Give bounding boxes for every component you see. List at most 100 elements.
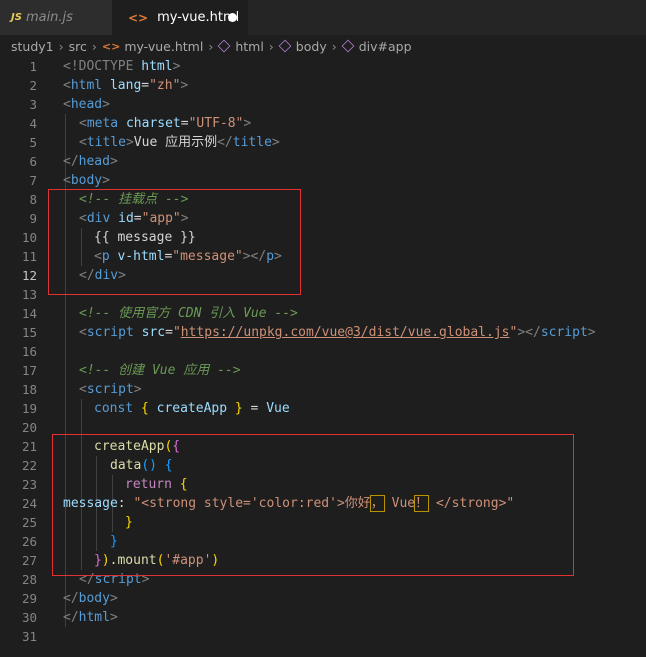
identifier: Vue bbox=[266, 401, 290, 416]
code-line: const { createApp } = Vue bbox=[0, 399, 646, 418]
operator: = bbox=[242, 401, 267, 416]
line-number: 16 bbox=[21, 344, 37, 359]
html-file-icon: <> bbox=[101, 39, 121, 53]
line-number: 31 bbox=[21, 629, 37, 644]
quote: " bbox=[172, 325, 181, 340]
code-line: <script> bbox=[0, 380, 646, 399]
tag-bracket: < bbox=[79, 116, 87, 131]
tag-bracket: ></ bbox=[517, 325, 541, 340]
tag-bracket: < bbox=[63, 173, 71, 188]
tab-label: my-vue.html bbox=[157, 10, 240, 25]
code-comment: <!-- 使用官方 CDN 引入 Vue --> bbox=[79, 306, 298, 321]
tag-bracket: < bbox=[79, 325, 87, 340]
code-line: <!-- 使用官方 CDN 引入 Vue --> bbox=[0, 304, 646, 323]
keyword: const bbox=[94, 401, 134, 416]
line-number: 13 bbox=[21, 287, 37, 302]
tag-bracket: < bbox=[63, 97, 71, 112]
cdn-link[interactable]: https://unpkg.com/vue@3/dist/vue.global.… bbox=[181, 325, 510, 340]
code-line: </body> bbox=[0, 589, 646, 608]
annotation-box-mount-point bbox=[48, 189, 301, 295]
tag-bracket: > bbox=[172, 59, 181, 74]
equals: = bbox=[180, 116, 189, 131]
breadcrumb-item-div-app[interactable]: div#app bbox=[359, 39, 412, 54]
tag-name: body bbox=[78, 591, 110, 606]
tag-bracket: > bbox=[180, 78, 189, 93]
code-line: </head> bbox=[0, 152, 646, 171]
tag-name: html bbox=[78, 610, 110, 625]
annotation-box-create-app bbox=[52, 434, 574, 576]
breadcrumb-item-src[interactable]: src bbox=[69, 39, 87, 54]
tag-bracket: > bbox=[102, 97, 110, 112]
html-file-icon: <> bbox=[128, 10, 149, 25]
unsaved-dot-icon[interactable] bbox=[228, 13, 237, 22]
tag-bracket: > bbox=[102, 173, 110, 188]
tag-name: head bbox=[78, 154, 110, 169]
code-line: <head> bbox=[0, 95, 646, 114]
tag-bracket: > bbox=[109, 591, 118, 606]
identifier: createApp bbox=[156, 401, 228, 416]
tag-bracket: > bbox=[109, 154, 118, 169]
breadcrumb-item-body[interactable]: body bbox=[296, 39, 327, 54]
tag-bracket: > bbox=[109, 610, 118, 625]
code-line: <!DOCTYPE html> bbox=[0, 57, 646, 76]
chevron-right-icon: › bbox=[331, 38, 337, 54]
tag-bracket: < bbox=[79, 382, 87, 397]
tag-bracket: > bbox=[243, 116, 252, 131]
breadcrumb-item-html[interactable]: html bbox=[235, 39, 263, 54]
brace: } bbox=[234, 401, 243, 416]
element-symbol-icon bbox=[341, 39, 355, 53]
tag-name: title bbox=[232, 135, 272, 150]
tag-bracket: </ bbox=[217, 135, 233, 150]
equals: = bbox=[141, 78, 150, 93]
code-comment: <!-- 创建 Vue 应用 --> bbox=[79, 363, 241, 378]
tag-bracket: </ bbox=[63, 610, 79, 625]
code-editor[interactable]: 1 2 3 4 5 6 7 8 9 10 11 12 13 14 15 16 1… bbox=[0, 57, 646, 657]
doctype-value: html bbox=[141, 59, 173, 74]
attribute-value: "zh" bbox=[149, 78, 181, 93]
code-line: <body> bbox=[0, 171, 646, 190]
attribute-name: charset bbox=[125, 116, 181, 131]
breadcrumb-item-file[interactable]: my-vue.html bbox=[124, 39, 203, 54]
code-line: </html> bbox=[0, 608, 646, 627]
tag-name: body bbox=[70, 173, 103, 188]
breadcrumb-item-study1[interactable]: study1 bbox=[11, 39, 54, 54]
tab-my-vue-html[interactable]: <> my-vue.html bbox=[112, 0, 248, 35]
attribute-value: "UTF-8" bbox=[188, 116, 244, 131]
chevron-right-icon: › bbox=[58, 38, 64, 54]
code-line: <meta charset="UTF-8"> bbox=[0, 114, 646, 133]
tag-bracket: > bbox=[125, 135, 134, 150]
tag-name: title bbox=[86, 135, 126, 150]
breadcrumb: study1 › src › <> my-vue.html › html › b… bbox=[0, 35, 646, 57]
brace: { bbox=[140, 401, 149, 416]
tag-bracket: > bbox=[271, 135, 280, 150]
tag-bracket: < bbox=[79, 135, 87, 150]
attribute-name: src bbox=[141, 325, 166, 340]
code-line: <!-- 创建 Vue 应用 --> bbox=[0, 361, 646, 380]
tag-bracket: </ bbox=[63, 154, 79, 169]
tag-bracket: < bbox=[63, 78, 71, 93]
equals: = bbox=[165, 325, 173, 340]
chevron-right-icon: › bbox=[268, 38, 274, 54]
tag-name: script bbox=[540, 325, 588, 340]
tag-name: script bbox=[86, 325, 134, 340]
doctype-keyword: <!DOCTYPE bbox=[63, 59, 134, 74]
editor-tab-bar: JS main.js <> my-vue.html bbox=[0, 0, 646, 35]
tag-name: head bbox=[70, 97, 103, 112]
tag-bracket: > bbox=[587, 325, 596, 340]
tag-bracket: > bbox=[133, 382, 142, 397]
element-symbol-icon bbox=[278, 39, 292, 53]
tag-name: meta bbox=[86, 116, 119, 131]
chevron-right-icon: › bbox=[91, 38, 97, 54]
tab-label: main.js bbox=[25, 10, 73, 25]
tag-name: html bbox=[70, 78, 103, 93]
tab-main-js[interactable]: JS main.js bbox=[0, 0, 112, 35]
title-text: Vue 应用示例 bbox=[133, 135, 218, 150]
tag-name: script bbox=[86, 382, 134, 397]
tag-bracket: </ bbox=[63, 591, 79, 606]
